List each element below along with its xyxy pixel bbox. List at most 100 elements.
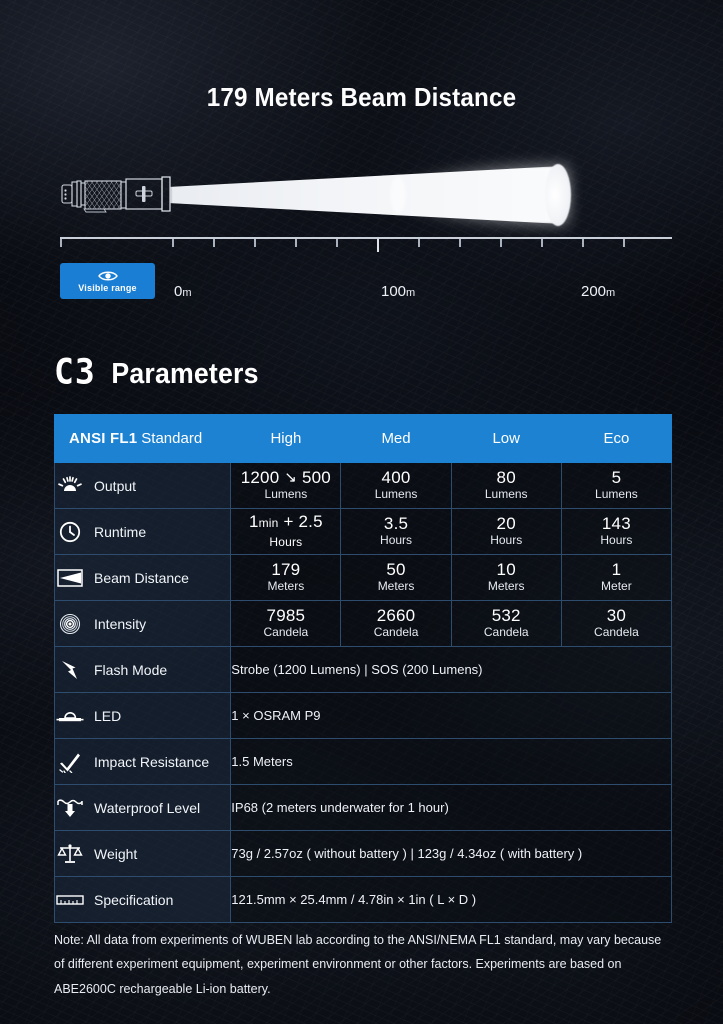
row-value-cell: 3.5 Hours — [340, 508, 452, 555]
table-header-row: ANSI FL1 Standard High Med Low Eco — [53, 414, 673, 463]
table-row: Impact Resistance 1.5 Meters — [53, 738, 672, 785]
value-main: 7985 — [266, 605, 306, 625]
table-body: Output 1200 ↘ 500 Lumens 400 Lumens 80 Lumens… — [53, 462, 673, 923]
value-unit: Lumens — [264, 487, 308, 501]
lightning-bolt-icon — [55, 659, 85, 681]
distance-ruler — [60, 237, 672, 253]
value-unit: Candela — [594, 625, 639, 639]
value-main: 50 — [386, 559, 406, 579]
row-value-cell: 30 Candela — [560, 600, 673, 647]
row-value-cell: 143 Hours — [560, 508, 673, 555]
row-label-cell: LED — [53, 692, 232, 739]
header-mode-high: High — [230, 414, 342, 463]
value-unit: Meters — [267, 579, 305, 593]
value-unit: Candela — [483, 625, 529, 639]
beam-cone-icon — [55, 568, 85, 587]
value-unit: Meter — [601, 579, 632, 593]
ruler-tick — [459, 239, 461, 247]
clock-icon — [55, 521, 85, 543]
table-row: Specification 121.5mm × 25.4mm / 4.78in … — [53, 876, 672, 923]
value-main: 1min + 2.5 Hours — [248, 512, 323, 549]
row-value-wide: 121.5mm × 25.4mm / 4.78in × 1in ( L × D … — [230, 876, 672, 923]
product-spec-page: 179 Meters Beam Distance Visible range 0… — [0, 0, 723, 1024]
section-label: Parameters — [111, 358, 259, 390]
value-unit: Meters — [377, 579, 415, 593]
scale-label-200m: 200m — [581, 283, 616, 300]
value-main: 179 — [271, 559, 301, 579]
scale-label-0m: 0m — [174, 283, 192, 300]
visible-range-badge[interactable]: Visible range — [60, 263, 155, 299]
header-standard: ANSI FL1 Standard — [53, 414, 232, 463]
row-label: Runtime — [94, 523, 147, 540]
value-main: 10 — [496, 559, 516, 579]
ruler-icon — [55, 893, 85, 907]
table-row: Waterproof Level IP68 (2 meters underwat… — [53, 784, 672, 831]
row-value-wide: 73g / 2.57oz ( without battery ) | 123g … — [230, 830, 672, 877]
row-label: Waterproof Level — [94, 799, 201, 816]
row-value-cell: 20 Hours — [450, 508, 562, 555]
row-value-cell: 5 Lumens — [560, 462, 673, 509]
table-row: Weight 73g / 2.57oz ( without battery ) … — [53, 830, 672, 877]
sunburst-icon — [55, 475, 85, 496]
ruler-tick — [500, 239, 502, 247]
row-value-cell: 80 Lumens — [450, 462, 562, 509]
value-main: 2660 — [376, 605, 416, 625]
value-unit: Lumens — [595, 487, 638, 501]
value-unit: Lumens — [374, 487, 418, 501]
eye-icon — [97, 270, 118, 282]
value-main: 30 — [606, 605, 627, 625]
row-label: Specification — [94, 891, 174, 908]
footnote: Note: All data from experiments of WUBEN… — [54, 933, 662, 996]
row-value-wide: Strobe (1200 Lumens) | SOS (200 Lumens) — [230, 646, 672, 693]
value-unit: Hours — [490, 533, 523, 547]
row-value-wide: 1.5 Meters — [230, 738, 672, 785]
model-name: C3 — [54, 351, 96, 392]
row-label-cell: Runtime — [53, 508, 232, 555]
section-title: C3 Parameters — [54, 351, 265, 392]
value-main: 143 — [601, 513, 631, 533]
row-value-wide: IP68 (2 meters underwater for 1 hour) — [230, 784, 672, 831]
value-main: 1 — [611, 559, 622, 579]
value-main: 3.5 — [383, 513, 409, 533]
row-label: LED — [94, 707, 122, 724]
ruler-baseline — [60, 237, 672, 239]
ruler-tick — [418, 239, 420, 247]
ruler-tick — [60, 239, 62, 247]
value-unit: Candela — [373, 625, 419, 639]
beam-end-cap — [545, 164, 571, 226]
waterproof-icon — [55, 798, 85, 818]
page-title: 179 Meters Beam Distance — [206, 82, 517, 112]
table-row: Beam Distance 179 Meters 50 Meters 10 Meters 1… — [53, 554, 673, 601]
value-unit: Candela — [263, 625, 309, 639]
value-main: 400 — [381, 467, 411, 487]
row-value-cell: 7985 Candela — [230, 600, 342, 647]
ruler-tick — [541, 239, 543, 247]
ruler-tick — [623, 239, 625, 247]
value-main: 80 — [496, 467, 516, 487]
impact-check-icon — [55, 751, 85, 773]
row-label-cell: Waterproof Level — [53, 784, 232, 831]
value-unit: Lumens — [484, 487, 528, 501]
value-unit: Hours — [600, 533, 633, 547]
row-label-cell: Output — [53, 462, 232, 509]
scale-label-100m: 100m — [381, 283, 416, 300]
header-mode-eco: Eco — [560, 414, 673, 463]
row-label-cell: Impact Resistance — [53, 738, 232, 785]
table-row: Flash Mode Strobe (1200 Lumens) | SOS (2… — [53, 646, 672, 693]
row-value-wide: 1 × OSRAM P9 — [230, 692, 672, 739]
ruler-tick — [582, 239, 584, 247]
table-row: Intensity 7985 Candela 2660 Candela 532 Cande… — [53, 600, 673, 647]
ruler-tick — [295, 239, 297, 247]
row-label-cell: Specification — [53, 876, 232, 923]
balance-scale-icon — [55, 843, 85, 865]
header-mode-low: Low — [450, 414, 562, 463]
row-value-cell: 400 Lumens — [340, 462, 452, 509]
value-main: 5 — [611, 467, 622, 487]
row-label-cell: Intensity — [53, 600, 232, 647]
flashlight-icon — [61, 176, 171, 213]
value-unit: Meters — [487, 579, 525, 593]
led-dome-icon — [55, 708, 85, 724]
header-mode-med: Med — [340, 414, 452, 463]
beam-mid-ring — [390, 176, 406, 214]
row-label-cell: Weight — [53, 830, 232, 877]
